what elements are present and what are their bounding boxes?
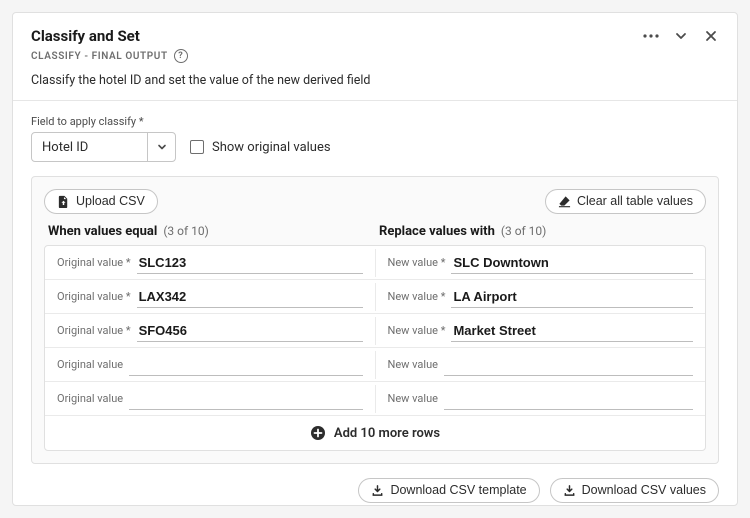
field-select[interactable]: Hotel ID	[31, 132, 176, 162]
panel-body: Field to apply classify * Hotel ID Show …	[13, 101, 737, 517]
cell-label-original: Original value	[57, 392, 123, 405]
field-apply-label: Field to apply classify *	[31, 115, 719, 128]
panel-header: Classify and Set CLASSIFY - FINAL OUTPUT…	[13, 13, 737, 101]
original-value-input[interactable]	[137, 286, 363, 308]
cell-label-new: New value *	[388, 290, 446, 303]
chevron-down-icon[interactable]	[673, 28, 689, 44]
new-value-input[interactable]	[444, 354, 693, 376]
close-icon[interactable]	[703, 28, 719, 44]
table-row: Original value * New value *	[45, 246, 705, 280]
add-more-rows-button[interactable]: Add 10 more rows	[45, 416, 705, 450]
table-panel: Upload CSV Clear all table values When v…	[31, 176, 719, 464]
panel-title: Classify and Set	[31, 27, 140, 45]
upload-csv-button[interactable]: Upload CSV	[44, 189, 158, 214]
new-value-input[interactable]	[451, 320, 693, 342]
classify-panel: Classify and Set CLASSIFY - FINAL OUTPUT…	[12, 12, 738, 506]
table-row: Original value New value	[45, 382, 705, 416]
values-grid: Original value *New value *Original valu…	[44, 245, 706, 451]
cell-label-original: Original value	[57, 358, 123, 371]
cell-label-new: New value *	[388, 324, 446, 337]
table-row: Original value New value	[45, 348, 705, 382]
cell-label-new: New value *	[388, 256, 446, 269]
new-value-input[interactable]	[444, 388, 693, 410]
cell-label-new: New value	[388, 392, 438, 405]
new-value-input[interactable]	[451, 286, 693, 308]
download-values-button[interactable]: Download CSV values	[550, 478, 719, 503]
more-icon[interactable]	[643, 28, 659, 44]
clear-all-button[interactable]: Clear all table values	[545, 189, 706, 214]
show-original-label: Show original values	[212, 140, 331, 155]
cell-label-original: Original value *	[57, 290, 131, 303]
original-value-input[interactable]	[137, 320, 363, 342]
left-column-header: When values equal (3 of 10)	[44, 224, 375, 239]
checkbox-icon	[190, 140, 204, 154]
panel-description: Classify the hotel ID and set the value …	[31, 73, 719, 88]
field-select-value: Hotel ID	[32, 133, 147, 161]
show-original-checkbox[interactable]: Show original values	[190, 140, 331, 155]
cell-label-original: Original value *	[57, 256, 131, 269]
eraser-icon	[558, 195, 571, 208]
original-value-input[interactable]	[129, 354, 362, 376]
file-upload-icon	[57, 195, 70, 208]
original-value-input[interactable]	[137, 252, 363, 274]
table-row: Original value * New value *	[45, 314, 705, 348]
plus-circle-icon	[310, 425, 326, 441]
table-row: Original value * New value *	[45, 280, 705, 314]
panel-subtitle: CLASSIFY - FINAL OUTPUT	[31, 51, 168, 62]
download-icon	[563, 484, 576, 497]
chevron-down-icon	[147, 133, 175, 161]
original-value-input[interactable]	[129, 388, 362, 410]
help-icon[interactable]: ?	[174, 49, 188, 63]
cell-label-original: Original value *	[57, 324, 131, 337]
panel-header-actions	[643, 28, 719, 44]
download-icon	[371, 484, 384, 497]
new-value-input[interactable]	[451, 252, 693, 274]
download-template-button[interactable]: Download CSV template	[358, 478, 539, 503]
cell-label-new: New value	[388, 358, 438, 371]
right-column-header: Replace values with (3 of 10)	[375, 224, 706, 239]
